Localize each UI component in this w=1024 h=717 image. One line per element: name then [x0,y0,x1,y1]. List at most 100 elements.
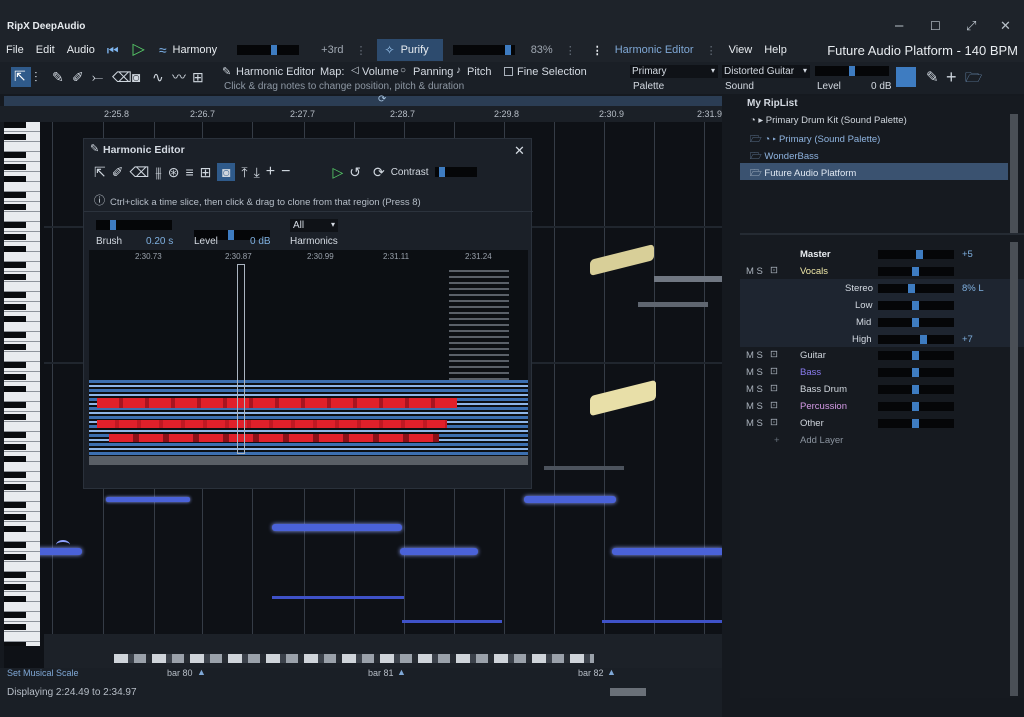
master-slider[interactable] [878,250,954,259]
close-window-button[interactable]: ✕ [1000,18,1011,34]
spectrogram[interactable]: 2:30.73 2:30.87 2:30.99 2:31.11 2:31.24 [89,250,528,465]
triangle-icon[interactable]: ▲ [607,667,616,677]
fine-selection-checkbox[interactable] [504,67,513,76]
riplist-item[interactable]: 🗁 ◔ ▸ Primary (Sound Palette) [750,132,880,148]
riplist-item[interactable]: 🗁 Future Audio Platform [750,166,856,182]
brush-icon[interactable]: ✐ [72,70,84,84]
erase-icon[interactable]: ⌫ [112,70,132,84]
mute-solo[interactable]: M S [746,418,763,429]
layer-label[interactable]: Bass Drum [800,384,847,395]
harmony-label[interactable]: Harmony [167,44,224,56]
clone-icon[interactable]: ⊛ [168,165,180,179]
add-layer-button[interactable]: Add Layer [800,435,843,446]
stamp-icon[interactable]: ⊞ [192,70,204,84]
refresh-icon[interactable]: ⟳ [373,165,385,179]
layer-slider[interactable] [878,351,954,360]
purify-slider[interactable] [452,45,515,55]
color-swatch[interactable] [896,67,916,87]
mute-solo[interactable]: M S [746,350,763,361]
time-slice-marker[interactable] [237,264,245,454]
mute-solo[interactable]: M S [746,367,763,378]
harmony-icon[interactable]: ≈ [159,43,167,57]
percussion-hits[interactable] [114,654,594,663]
map-panning[interactable]: Panning [413,66,453,78]
lock-icon[interactable]: ⊡ [770,366,778,377]
open-folder-icon[interactable]: 🗁 [965,70,982,84]
level-slider[interactable] [815,66,889,76]
palette-select[interactable]: Primary ▾ [630,65,718,78]
lock-icon[interactable]: ⊡ [770,383,778,394]
piano-keyboard[interactable] [4,122,40,646]
remove-icon[interactable]: − [281,164,290,180]
note-other[interactable] [654,276,722,282]
riplist-scrollbar[interactable] [1010,114,1018,234]
raise-icon[interactable]: ⤒ [241,165,247,179]
mute-solo[interactable]: M S [746,384,763,395]
spectrogram-scrollbar[interactable] [89,456,528,465]
layer-vocals[interactable]: Vocals [800,266,828,277]
note-bass[interactable] [602,620,722,623]
lines-icon[interactable]: ≡ [185,165,193,179]
vocals-slider[interactable] [878,267,954,276]
contrast-slider[interactable] [434,167,477,177]
overview-scrollbar[interactable]: ⟳ [4,94,722,106]
note-other[interactable] [638,302,708,307]
time-ruler[interactable]: 2:25.8 2:26.7 2:27.7 2:28.7 2:29.8 2:30.… [0,106,722,122]
add-icon[interactable]: + [946,68,957,86]
note-guitar[interactable] [590,244,654,276]
horizontal-scrollbar[interactable] [610,688,646,696]
eraser-icon[interactable]: ⌫ [129,165,149,179]
high-slider[interactable] [878,335,954,344]
play-icon[interactable]: ▷ [332,165,343,179]
layer-slider[interactable] [878,368,954,377]
lower-icon[interactable]: ⤓ [254,165,260,179]
low-slider[interactable] [878,301,954,310]
close-icon[interactable]: ✕ [514,143,525,159]
waveform-icon[interactable]: ⫶ [34,70,38,84]
lock-icon[interactable]: ⊡ [770,417,778,428]
menu-edit[interactable]: Edit [30,44,61,56]
layer-label[interactable]: Guitar [800,350,826,361]
mixer-scrollbar[interactable] [1010,242,1018,696]
stretch-icon[interactable]: ⤚ [92,70,103,84]
camera-icon[interactable]: ◙ [217,163,236,181]
note-vocal[interactable] [106,497,190,502]
pointer-icon[interactable]: ⇱ [94,165,106,179]
note-guitar[interactable] [590,379,656,417]
note-bass[interactable] [272,596,404,599]
triangle-icon[interactable]: ▲ [397,667,406,677]
maximize-button[interactable]: ☐ [930,19,941,33]
map-pitch[interactable]: Pitch [467,66,491,78]
menu-help[interactable]: Help [758,44,793,56]
camera-icon[interactable]: ◙ [132,70,140,84]
purify-toggle[interactable]: ✧ Purify [376,39,443,61]
lock-icon[interactable]: ⊡ [770,265,778,276]
note-vocal[interactable] [400,548,478,555]
menu-view[interactable]: View [723,44,759,56]
brush-slider[interactable] [96,220,172,230]
note-vocal[interactable] [612,548,722,555]
curve-icon[interactable]: ∿ [152,70,164,84]
mute-solo[interactable]: M S [746,401,763,412]
fullscreen-button[interactable]: ⤢ [966,18,976,34]
brush-icon[interactable]: ✐ [112,165,124,179]
menu-file[interactable]: File [0,44,30,56]
pencil-icon[interactable]: ✎ [52,70,64,84]
set-musical-scale-link[interactable]: Set Musical Scale [7,668,79,678]
triangle-icon[interactable]: ▲ [197,667,206,677]
note-bass[interactable] [402,620,502,623]
add-icon[interactable]: + [774,435,780,446]
layer-slider[interactable] [878,402,954,411]
map-volume[interactable]: Volume [362,66,399,78]
note-other[interactable] [544,466,624,470]
skip-back-icon[interactable]: ⏮ [107,44,119,57]
fine-selection-label[interactable]: Fine Selection [517,66,587,78]
note-vocal[interactable] [524,496,616,503]
harmony-slider[interactable] [237,45,300,55]
menu-more[interactable]: ⋮ [586,44,609,57]
harmonic-editor-menu[interactable]: Harmonic Editor [609,44,700,56]
mute-solo[interactable]: M S [746,266,763,277]
add-icon[interactable]: + [266,164,275,180]
editor-mode-label[interactable]: Harmonic Editor [236,66,315,78]
sound-select[interactable]: Distorted Guitar ▾ [722,65,810,78]
